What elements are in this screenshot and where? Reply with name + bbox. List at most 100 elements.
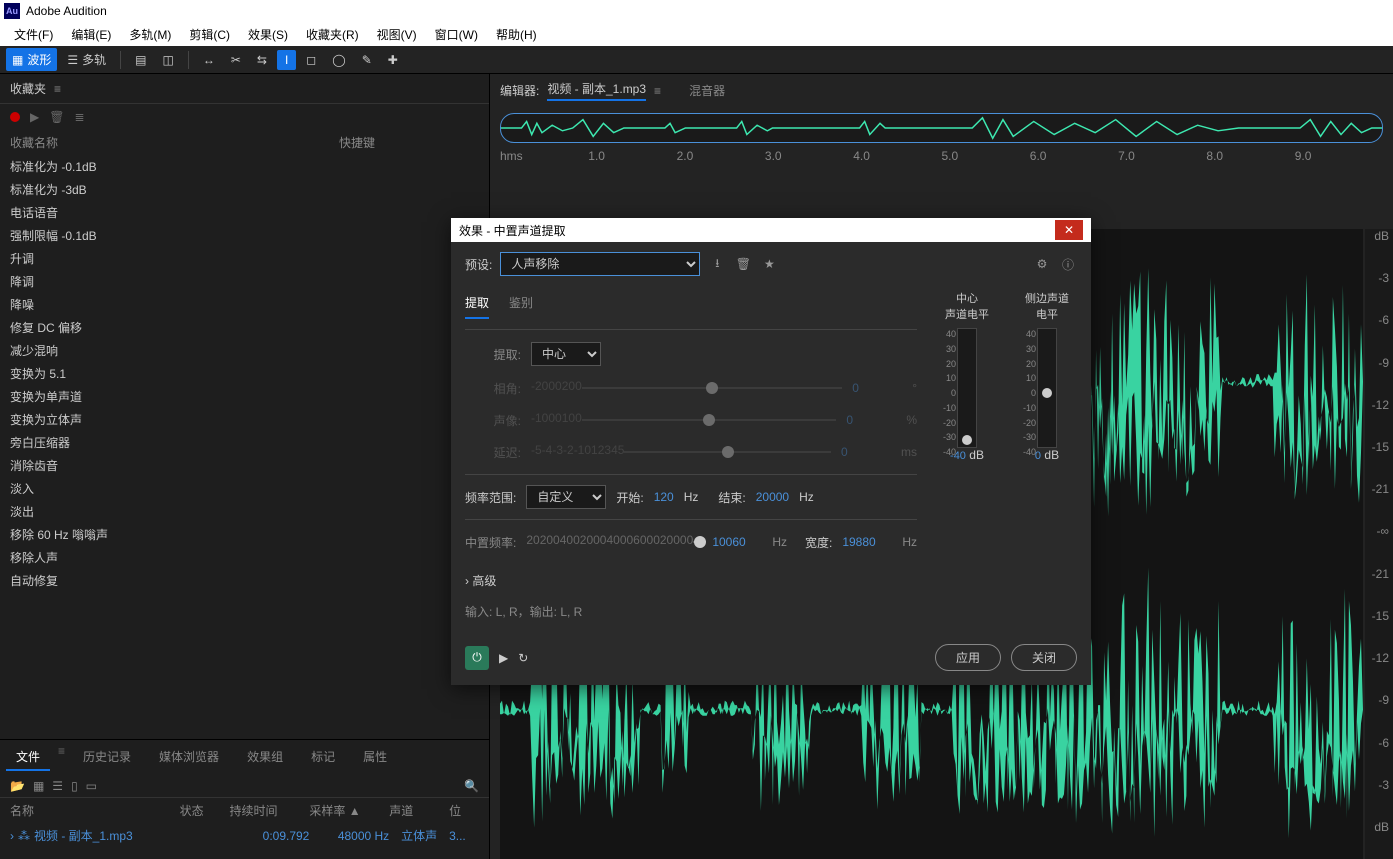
preview-play-icon[interactable]: ▶ xyxy=(499,651,508,665)
close-dialog-button[interactable]: 关闭 xyxy=(1011,644,1077,671)
file-row[interactable]: › ⁂ 视频 - 副本_1.mp3 0:09.792 48000 Hz 立体声 … xyxy=(0,823,489,848)
info-icon[interactable]: ⓘ xyxy=(1059,256,1077,273)
files-col-header[interactable]: 名称 xyxy=(10,802,180,819)
favorite-item[interactable]: 变换为单声道 xyxy=(0,385,489,408)
files-tab[interactable]: 属性 xyxy=(353,744,397,771)
end-value[interactable]: 20000 xyxy=(756,490,789,504)
favorite-item[interactable]: 电话语音 xyxy=(0,201,489,224)
menu-item[interactable]: 编辑(E) xyxy=(63,24,119,45)
menu-item[interactable]: 视图(V) xyxy=(369,24,425,45)
favorites-controls: ▶ 🗑 ≣ xyxy=(0,104,489,130)
tool-pitch-icon[interactable]: ◫ xyxy=(156,50,179,70)
panel-menu-icon[interactable]: ≡ xyxy=(654,84,661,98)
settings-icon[interactable]: ⚙ xyxy=(1033,257,1051,271)
tool-brush-icon[interactable]: ✎ xyxy=(356,50,378,70)
favorite-item[interactable]: 标准化为 -0.1dB xyxy=(0,155,489,178)
toolbar: ▦ 波形 ☰ 多轨 ▤ ◫ ↔ ✂ ⇆ I ◻ ◯ ✎ ✚ xyxy=(0,46,1393,74)
width-label: 宽度: xyxy=(805,534,832,551)
favorite-item[interactable]: 降调 xyxy=(0,270,489,293)
apply-button[interactable]: 应用 xyxy=(935,644,1001,671)
favorite-item[interactable]: 强制限幅 -0.1dB xyxy=(0,224,489,247)
tab-extract[interactable]: 提取 xyxy=(465,294,489,319)
files-tab[interactable]: 历史记录 xyxy=(73,744,141,771)
tab-discriminate[interactable]: 鉴别 xyxy=(509,294,533,319)
waveform-mode-button[interactable]: ▦ 波形 xyxy=(6,48,57,71)
tool-razor-icon[interactable]: ✂ xyxy=(225,50,247,70)
favorite-item[interactable]: 淡出 xyxy=(0,500,489,523)
multitrack-mode-button[interactable]: ☰ 多轨 xyxy=(61,48,112,71)
favorite-item[interactable]: 旁白压缩器 xyxy=(0,431,489,454)
center-level-slider[interactable]: 403020100-10-20-30-40 xyxy=(957,328,977,448)
preset-select[interactable]: 人声移除 xyxy=(500,252,700,276)
start-value[interactable]: 120 xyxy=(654,490,674,504)
tool-time-select-icon[interactable]: I xyxy=(277,50,296,70)
favorite-icon[interactable]: ★ xyxy=(760,257,778,271)
search-field[interactable]: 🔍 xyxy=(464,779,479,793)
close-file-icon[interactable]: ▭ xyxy=(86,779,97,793)
favorite-item[interactable]: 变换为立体声 xyxy=(0,408,489,431)
power-button[interactable]: ⏻ xyxy=(465,646,489,670)
freq-preset-select[interactable]: 自定义 xyxy=(526,485,606,509)
menu-item[interactable]: 帮助(H) xyxy=(488,24,545,45)
col-shortcut: 快捷键 xyxy=(339,134,479,151)
menu-item[interactable]: 多轨(M) xyxy=(121,24,179,45)
favorite-item[interactable]: 消除齿音 xyxy=(0,454,489,477)
extract-select[interactable]: 中心 xyxy=(531,342,601,366)
delete-icon[interactable]: 🗑 xyxy=(49,110,64,124)
time-ruler[interactable]: hms1.02.03.04.05.06.07.08.09.0 xyxy=(500,149,1383,167)
tool-slip-icon[interactable]: ⇆ xyxy=(251,50,273,70)
import-icon[interactable]: ⭳ xyxy=(708,254,726,275)
favorite-item[interactable]: 标准化为 -3dB xyxy=(0,178,489,201)
files-tab[interactable]: 媒体浏览器 xyxy=(149,744,229,771)
waveform-overview[interactable] xyxy=(500,113,1383,143)
tool-marquee-icon[interactable]: ◻ xyxy=(300,50,322,70)
record-icon[interactable] xyxy=(10,112,20,122)
advanced-toggle[interactable]: › 高级 xyxy=(465,564,917,597)
panel-menu-icon[interactable]: ≡ xyxy=(54,82,61,96)
menu-item[interactable]: 剪辑(C) xyxy=(181,24,238,45)
favorite-item[interactable]: 移除人声 xyxy=(0,546,489,569)
favorite-item[interactable]: 淡入 xyxy=(0,477,489,500)
properties-icon[interactable]: ≣ xyxy=(74,110,84,124)
open-icon[interactable]: 📂 xyxy=(10,779,25,793)
menu-item[interactable]: 效果(S) xyxy=(240,24,296,45)
favorite-item[interactable]: 修复 DC 偏移 xyxy=(0,316,489,339)
side-level-slider[interactable]: 403020100-10-20-30-40 xyxy=(1037,328,1057,448)
files-tab[interactable]: 标记 xyxy=(301,744,345,771)
tool-spectral-icon[interactable]: ▤ xyxy=(129,50,152,70)
play-icon[interactable]: ▶ xyxy=(30,110,39,124)
phase-slider: -2000200 xyxy=(531,378,842,398)
favorite-item[interactable]: 变换为 5.1 xyxy=(0,362,489,385)
loop-icon[interactable]: ↻ xyxy=(518,651,528,665)
center-freq-value[interactable]: 10060 xyxy=(712,535,762,549)
save-icon[interactable]: ▯ xyxy=(71,779,78,793)
favorite-item[interactable]: 降噪 xyxy=(0,293,489,316)
files-col-header[interactable]: 采样率 ▲ xyxy=(309,802,389,819)
menu-item[interactable]: 窗口(W) xyxy=(427,24,486,45)
delete-preset-icon[interactable]: 🗑 xyxy=(734,257,752,271)
files-col-header[interactable]: 声道 xyxy=(389,802,449,819)
tool-move-icon[interactable]: ↔ xyxy=(197,50,221,70)
files-col-header[interactable]: 位 xyxy=(449,802,479,819)
menu-item[interactable]: 收藏夹(R) xyxy=(298,24,367,45)
panel-menu-icon[interactable]: ≡ xyxy=(58,744,65,771)
mixer-tab[interactable]: 混音器 xyxy=(689,82,725,99)
files-col-header[interactable]: 持续时间 xyxy=(230,802,310,819)
tool-lasso-icon[interactable]: ◯ xyxy=(326,50,351,70)
center-freq-slider[interactable]: 2020040020004000600020000 xyxy=(526,532,702,552)
col-name: 收藏名称 xyxy=(10,134,339,151)
menu-item[interactable]: 文件(F) xyxy=(6,24,61,45)
new-file-icon[interactable]: ▦ xyxy=(33,779,44,793)
favorite-item[interactable]: 升调 xyxy=(0,247,489,270)
width-value[interactable]: 19880 xyxy=(842,535,892,549)
tool-heal-icon[interactable]: ✚ xyxy=(382,50,404,70)
files-tab[interactable]: 文件 xyxy=(6,744,50,771)
files-tab[interactable]: 效果组 xyxy=(237,744,293,771)
favorite-item[interactable]: 自动修复 xyxy=(0,569,489,592)
close-button[interactable]: ✕ xyxy=(1055,220,1083,240)
new-multitrack-icon[interactable]: ☰ xyxy=(52,779,63,793)
favorite-item[interactable]: 移除 60 Hz 嗡嗡声 xyxy=(0,523,489,546)
pan-label: 声像: xyxy=(465,412,521,429)
files-col-header[interactable]: 状态 xyxy=(180,802,230,819)
favorite-item[interactable]: 减少混响 xyxy=(0,339,489,362)
